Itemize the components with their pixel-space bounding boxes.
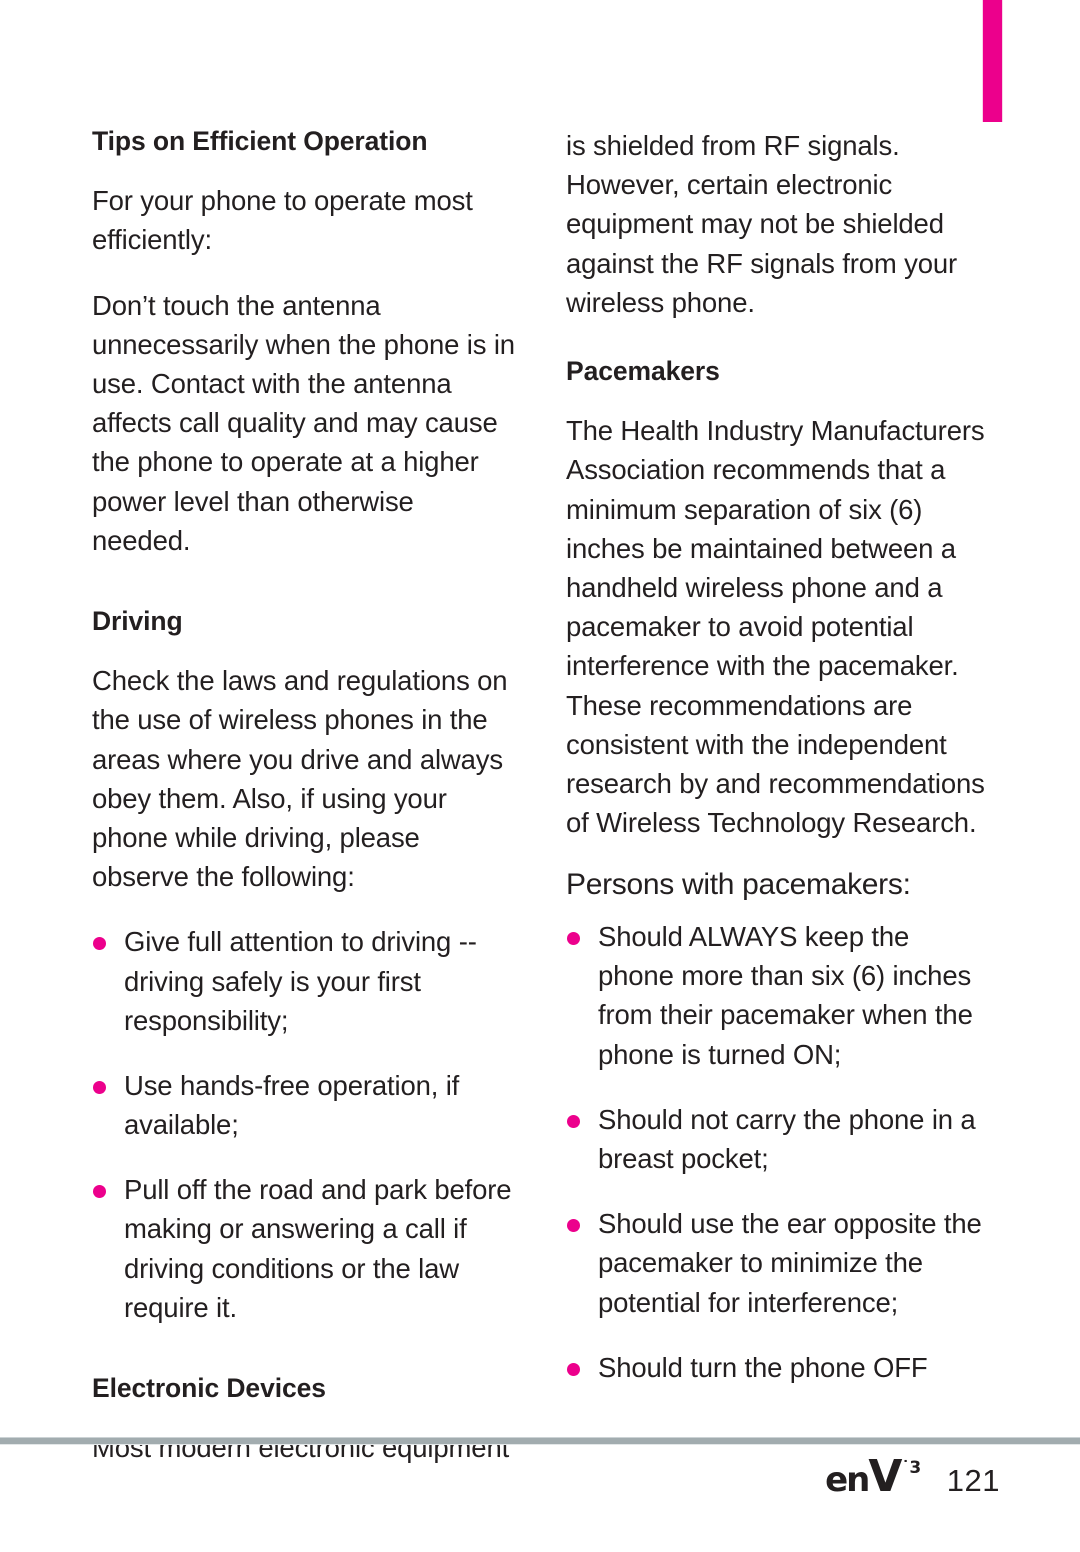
heading-driving: Driving <box>92 605 183 636</box>
heading-tips-on-efficient-operation: Tips on Efficient Operation <box>92 126 428 156</box>
list-item-label: Give full attention to driving -- drivin… <box>124 926 477 1036</box>
right-column: is shielded from RF signals. However, ce… <box>566 126 991 1387</box>
bullet-dot-icon <box>93 937 106 951</box>
page-number: 121 <box>946 1463 1000 1498</box>
pacemaker-bullet-list: Should ALWAYS keep the phone more than s… <box>566 917 991 1387</box>
page-footer: enV˙3 121 <box>0 1455 1080 1515</box>
list-item: Should not carry the phone in a breast p… <box>566 1100 991 1178</box>
list-item-label: Use hands-free operation, if available; <box>124 1069 460 1141</box>
heading-electronic-devices: Electronic Devices <box>92 1373 326 1404</box>
list-item: Use hands-free operation, if available; <box>92 1066 517 1144</box>
logo-superscript-three: ˙3 <box>901 1457 921 1478</box>
list-item-label: Should not carry the phone in a breast p… <box>598 1103 976 1174</box>
bullet-dot-icon <box>93 1185 106 1199</box>
list-item: Give full attention to driving -- drivin… <box>92 922 517 1040</box>
list-item-label: Should turn the phone OFF <box>598 1351 928 1383</box>
manual-page: Tips on Efficient Operation For your pho… <box>0 0 1080 1552</box>
footer-divider <box>0 1437 1080 1445</box>
list-item: Pull off the road and park before making… <box>92 1170 517 1327</box>
left-column: Tips on Efficient Operation For your pho… <box>92 126 517 1467</box>
bullet-dot-icon <box>567 932 580 946</box>
bullet-dot-icon <box>567 1219 580 1233</box>
list-item: Should use the ear opposite the pacemake… <box>566 1204 991 1322</box>
heading-pacemakers: Pacemakers <box>566 355 720 386</box>
footer-content: enV˙3 121 <box>825 1455 1000 1499</box>
paragraph-operate-efficiently: For your phone to operate most efficient… <box>92 185 473 256</box>
paragraph-rf-shielding: is shielded from RF signals. However, ce… <box>566 130 958 318</box>
list-item-label: Pull off the road and park before making… <box>124 1174 512 1323</box>
bullet-dot-icon <box>93 1080 106 1094</box>
logo-text-v: V <box>868 1451 902 1502</box>
driving-bullet-list: Give full attention to driving -- drivin… <box>92 922 517 1327</box>
bullet-dot-icon <box>567 1362 580 1376</box>
section-tab-marker <box>983 0 1002 122</box>
list-item: Should turn the phone OFF <box>566 1348 991 1387</box>
list-item: Should ALWAYS keep the phone more than s… <box>566 917 991 1074</box>
paragraph-antenna: Don’t touch the antenna unnecessarily wh… <box>92 289 515 556</box>
paragraph-hima-recommendation: The Health Industry Manufacturers Associ… <box>566 415 985 839</box>
list-item-label: Should use the ear opposite the pacemake… <box>598 1208 982 1318</box>
paragraph-driving-laws: Check the laws and regulations on the us… <box>92 665 508 893</box>
logo-text-en: en <box>825 1460 870 1500</box>
env3-logo: enV˙3 <box>825 1455 921 1499</box>
subheading-persons-with-pacemakers: Persons with pacemakers: <box>566 868 911 902</box>
bullet-dot-icon <box>567 1114 580 1128</box>
list-item-label: Should ALWAYS keep the phone more than s… <box>598 921 973 1070</box>
